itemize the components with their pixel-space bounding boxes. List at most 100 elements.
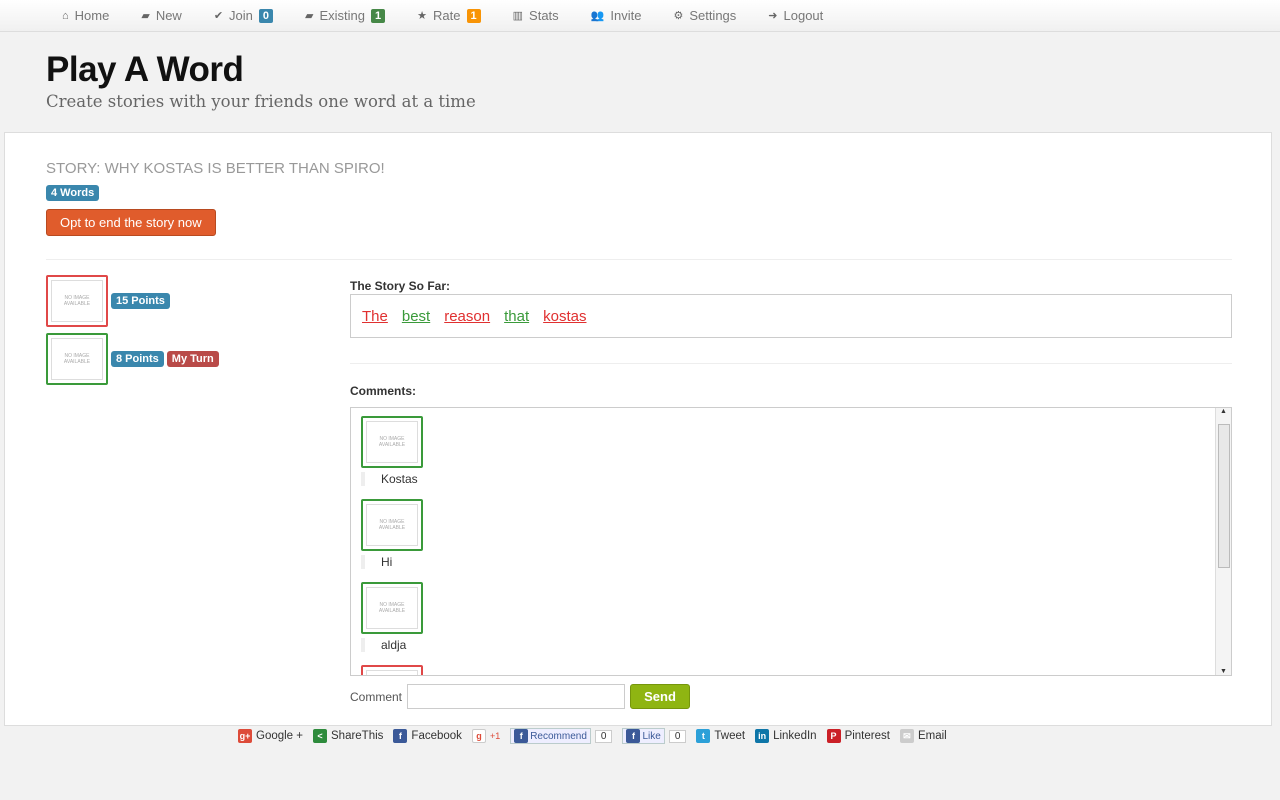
sharethis-icon: < [313,729,327,743]
nav-rate[interactable]: ★ Rate 1 [417,8,481,23]
share--1[interactable]: g +1 [471,729,501,743]
home-icon: ⌂ [62,9,69,22]
plus-one-icon: g [471,729,486,743]
scrollbar-thumb[interactable] [1218,424,1230,568]
comment-item: NO IMAGE AVAILABLE Hi [361,499,423,569]
share-count: 0 [668,729,687,743]
comment-input[interactable] [407,684,626,709]
comments-list[interactable]: NO IMAGE AVAILABLE NO IMAGE AVAILABLE aldj… [350,407,1232,676]
points-badge: 15 Points [111,293,170,309]
facebook-icon: f [514,729,529,743]
end-story-button[interactable]: Opt to end the story now [46,209,216,236]
count-badge: 1 [371,8,386,23]
nav-home[interactable]: ⌂ Home [62,8,109,23]
avatar-placeholder: NO IMAGE AVAILABLE [63,295,91,307]
share-google-[interactable]: g+ Google + [238,729,303,743]
share-button[interactable]: f Recommend [510,728,591,744]
share-email[interactable]: ✉ Email [899,729,947,743]
nav-label: Logout [783,8,824,23]
divider [350,363,1232,364]
share-label: ShareThis [331,730,384,742]
email-icon: ✉ [899,729,914,743]
avatar-placeholder: NO IMAGE AVAILABLE [378,436,406,448]
twitter-icon: t [696,729,711,743]
nav-new[interactable]: ▰ New [141,8,181,23]
share-recommend[interactable]: f Recommend 0 [510,728,613,744]
nav-logout[interactable]: ➜ Logout [768,8,823,23]
nav-label: New [155,8,182,23]
word-count-badge: 4 Words [46,185,100,201]
share-linkedin[interactable]: in LinkedIn [755,729,817,743]
share-label: Tweet [714,730,746,742]
nav-label: Stats [529,8,559,23]
story-panel: STORY: WHY KOSTAS IS BETTER THAN SPIRO! … [4,132,1272,726]
share-label: Email [917,730,947,742]
scrollbar[interactable]: ▲ ▼ [1215,408,1231,675]
share-label: Pinterest [844,730,890,742]
avatar: NO IMAGE AVAILABLE [361,416,423,468]
pinterest-icon: P [826,729,841,743]
share-tweet[interactable]: t Tweet [696,729,745,743]
count-badge: 0 [258,8,274,23]
gear-icon: ⚙ [673,10,684,22]
share-label: Like [642,730,661,742]
avatar-placeholder: NO IMAGE AVAILABLE [378,519,406,531]
avatar-placeholder: NO IMAGE AVAILABLE [63,353,91,365]
comment-item: NO IMAGE AVAILABLE Kostas [361,416,423,486]
facebook-icon: f [626,729,641,743]
comment-text: Kostas [361,472,423,486]
share-label: Recommend [530,730,587,742]
divider [46,259,1232,260]
nav-label: Rate [433,8,461,23]
comment-text: aldja [361,638,423,652]
share-label: LinkedIn [773,730,817,742]
star-icon: ★ [417,10,428,22]
avatar: NO IMAGE AVAILABLE [361,499,423,551]
story-word[interactable]: best [402,308,430,325]
nav-existing[interactable]: ▰ Existing 1 [305,8,386,23]
avatar-placeholder: NO IMAGE AVAILABLE [378,602,406,614]
facebook-icon: f [393,729,408,743]
avatar: NO IMAGE AVAILABLE [361,665,423,675]
story-word[interactable]: reason [444,308,490,325]
comment-item: NO IMAGE AVAILABLE aldja [361,582,423,652]
nav-label: Invite [610,8,642,23]
share-bar: g+ Google + < ShareThis f Facebook g +1 f Recomme… [238,728,947,744]
nav-stats[interactable]: ▥ Stats [513,8,559,23]
google-plus-icon: g+ [238,729,252,743]
story-so-far-label: The Story So Far: [350,279,451,293]
book-icon: ▰ [305,10,314,22]
avatar: NO IMAGE AVAILABLE [361,582,423,634]
share-count: 0 [594,729,613,743]
comment-item: NO IMAGE AVAILABLE [361,665,423,675]
share-label: Facebook [411,730,462,742]
player: NO IMAGE AVAILABLE 8 Points My Turn [46,333,219,385]
share-sharethis[interactable]: < ShareThis [313,729,383,743]
comment-text: Hi [361,555,423,569]
story-word[interactable]: that [504,308,529,325]
group-icon: 👥 [590,10,605,22]
nav-invite[interactable]: 👥 Invite [591,8,642,23]
nav-join[interactable]: ✔ Join 0 [213,8,274,23]
nav-label: Settings [689,8,737,23]
nav-label: Join [229,8,253,23]
share-facebook[interactable]: f Facebook [393,729,462,743]
share-pinterest[interactable]: P Pinterest [826,729,890,743]
share-like[interactable]: f Like 0 [622,728,687,744]
story-title: STORY: WHY KOSTAS IS BETTER THAN SPIRO! [46,160,385,177]
story-word[interactable]: The [362,308,388,325]
bar-chart-icon: ▥ [512,10,524,22]
linkedin-icon: in [755,729,770,743]
book-icon: ▰ [141,10,150,22]
send-button[interactable]: Send [630,684,691,709]
avatar: NO IMAGE AVAILABLE [46,275,108,327]
avatar: NO IMAGE AVAILABLE [46,333,108,385]
story-word[interactable]: kostas [543,308,586,325]
points-badge: 8 Points [111,351,164,367]
share-button[interactable]: f Like [622,728,665,744]
logout-icon: ➜ [768,10,778,22]
share-label: +1 [489,731,501,741]
check-icon: ✔ [213,10,224,22]
my-turn-badge: My Turn [166,351,219,367]
nav-settings[interactable]: ⚙ Settings [673,8,736,23]
